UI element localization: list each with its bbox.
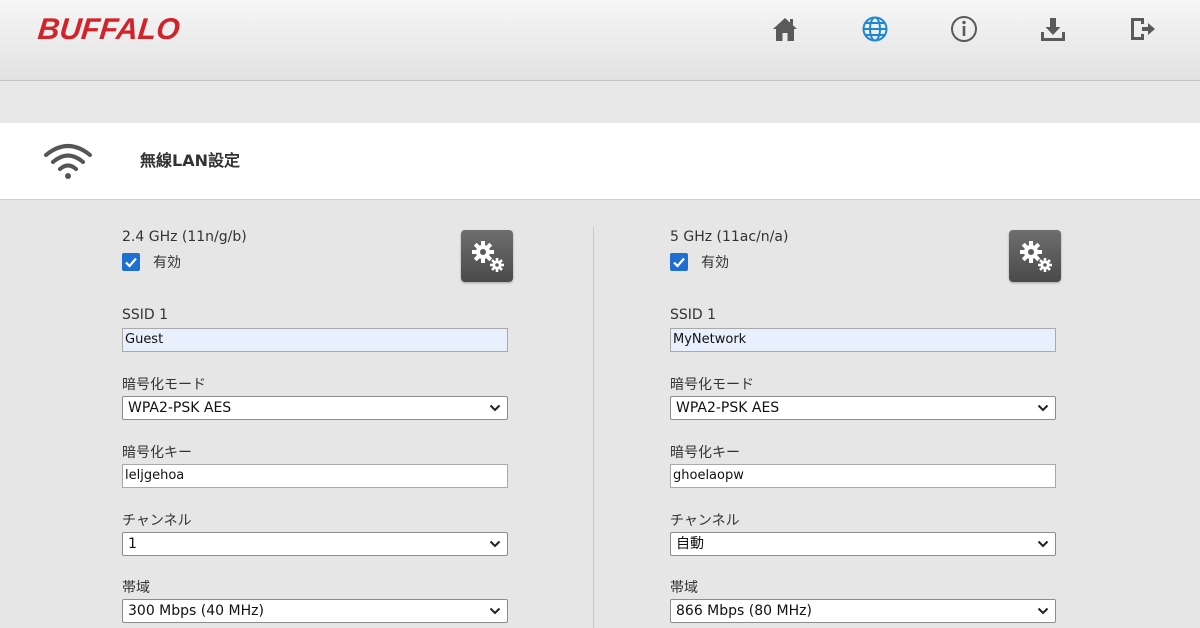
ssid-input[interactable]: MyNetwork bbox=[670, 328, 1056, 352]
encryption-mode-label: 暗号化モード bbox=[122, 377, 206, 393]
enabled-label: 有効 bbox=[701, 255, 729, 271]
channel-label: チャンネル bbox=[122, 513, 192, 529]
page-title: 無線LAN設定 bbox=[140, 151, 240, 170]
band-2-4ghz-column: 2.4 GHz (11n/g/b) 有効 SSID 1 Guest 暗号化モード… bbox=[122, 200, 542, 628]
checkmark-icon bbox=[125, 257, 137, 268]
channel-value: 自動 bbox=[676, 536, 704, 552]
band-label: 2.4 GHz (11n/g/b) bbox=[122, 229, 247, 245]
bandwidth-label: 帯域 bbox=[122, 580, 150, 596]
chevron-down-icon bbox=[489, 540, 501, 548]
encryption-mode-select[interactable]: WPA2-PSK AES bbox=[122, 396, 508, 420]
enabled-checkbox[interactable] bbox=[670, 253, 688, 271]
enabled-row: 有効 bbox=[122, 252, 181, 272]
encryption-key-input[interactable]: leljgehoa bbox=[122, 464, 508, 488]
chevron-down-icon bbox=[1037, 404, 1049, 412]
logout-icon[interactable] bbox=[1127, 14, 1157, 44]
gears-icon bbox=[1020, 241, 1052, 272]
chevron-down-icon bbox=[489, 607, 501, 615]
advanced-settings-button[interactable] bbox=[1009, 230, 1061, 282]
spacer-band bbox=[0, 81, 1200, 123]
chevron-down-icon bbox=[1037, 540, 1049, 548]
globe-icon[interactable] bbox=[860, 14, 890, 44]
column-divider bbox=[593, 227, 594, 628]
buffalo-logo: BUFFALO bbox=[36, 13, 182, 46]
bandwidth-value: 866 Mbps (80 MHz) bbox=[676, 603, 812, 619]
channel-label: チャンネル bbox=[670, 513, 740, 529]
wifi-icon bbox=[42, 141, 94, 181]
bandwidth-label: 帯域 bbox=[670, 580, 698, 596]
encryption-mode-select[interactable]: WPA2-PSK AES bbox=[670, 396, 1056, 420]
top-header: BUFFALO bbox=[0, 0, 1200, 81]
encryption-key-label: 暗号化キー bbox=[670, 445, 740, 461]
home-icon[interactable] bbox=[770, 14, 800, 44]
encryption-mode-value: WPA2-PSK AES bbox=[128, 400, 232, 416]
channel-value: 1 bbox=[128, 536, 137, 552]
checkmark-icon bbox=[673, 257, 685, 268]
download-icon[interactable] bbox=[1038, 14, 1068, 44]
chevron-down-icon bbox=[1037, 607, 1049, 615]
band-label: 5 GHz (11ac/n/a) bbox=[670, 229, 789, 245]
ssid-input[interactable]: Guest bbox=[122, 328, 508, 352]
bandwidth-value: 300 Mbps (40 MHz) bbox=[128, 603, 264, 619]
chevron-down-icon bbox=[489, 404, 501, 412]
section-title-bar: 無線LAN設定 bbox=[0, 123, 1200, 200]
enabled-label: 有効 bbox=[153, 255, 181, 271]
channel-select[interactable]: 自動 bbox=[670, 532, 1056, 556]
channel-select[interactable]: 1 bbox=[122, 532, 508, 556]
enabled-checkbox[interactable] bbox=[122, 253, 140, 271]
info-icon[interactable] bbox=[949, 14, 979, 44]
bandwidth-select[interactable]: 300 Mbps (40 MHz) bbox=[122, 599, 508, 623]
ssid-label: SSID 1 bbox=[122, 307, 169, 323]
enabled-row: 有効 bbox=[670, 252, 729, 272]
ssid-label: SSID 1 bbox=[670, 307, 717, 323]
bandwidth-select[interactable]: 866 Mbps (80 MHz) bbox=[670, 599, 1056, 623]
encryption-key-label: 暗号化キー bbox=[122, 445, 192, 461]
band-5ghz-column: 5 GHz (11ac/n/a) 有効 SSID 1 MyNetwork 暗号化… bbox=[670, 200, 1090, 628]
wireless-settings-panel: 2.4 GHz (11n/g/b) 有効 SSID 1 Guest 暗号化モード… bbox=[0, 200, 1200, 628]
encryption-mode-value: WPA2-PSK AES bbox=[676, 400, 780, 416]
encryption-key-input[interactable]: ghoelaopw bbox=[670, 464, 1056, 488]
gears-icon bbox=[472, 241, 504, 272]
encryption-mode-label: 暗号化モード bbox=[670, 377, 754, 393]
advanced-settings-button[interactable] bbox=[461, 230, 513, 282]
